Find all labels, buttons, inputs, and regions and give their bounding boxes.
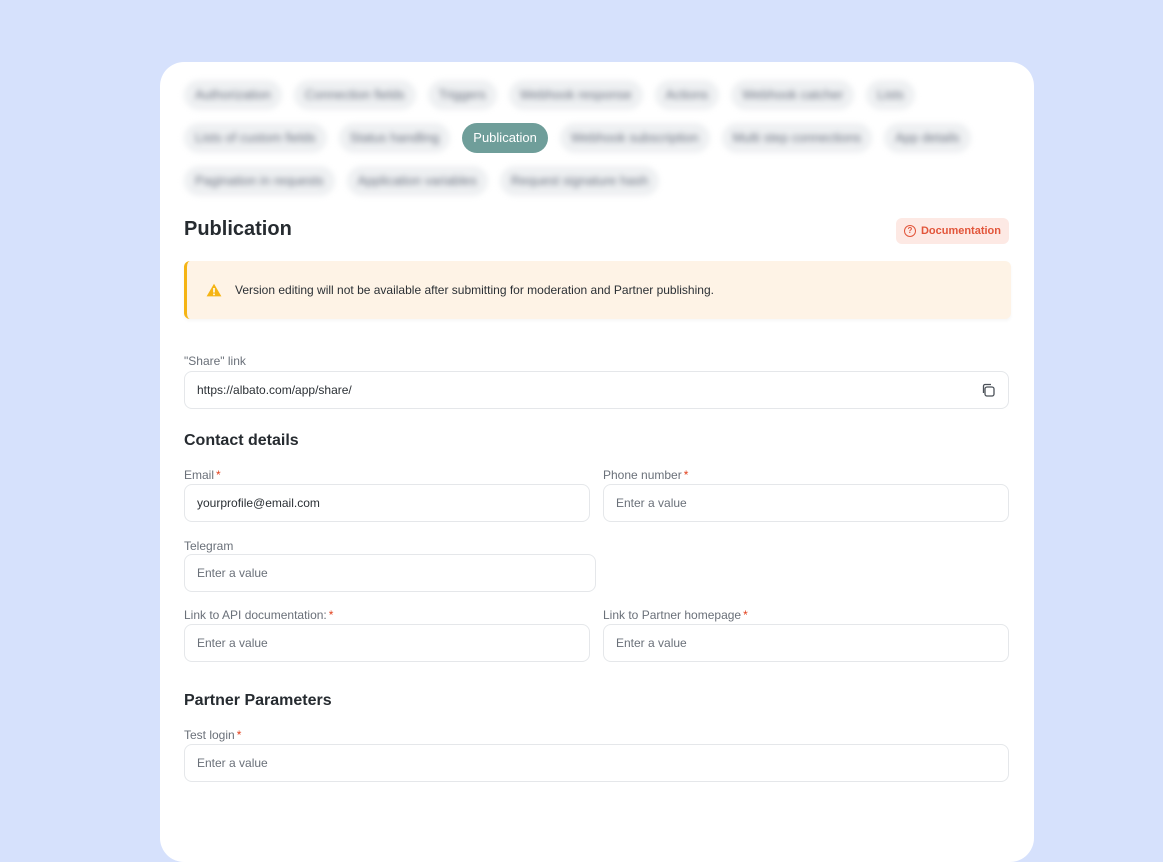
required-mark: *: [683, 468, 689, 482]
tab-webhook-subscription[interactable]: Webhook subscription: [559, 123, 710, 153]
documentation-button[interactable]: ? Documentation: [895, 218, 1009, 244]
tab-multi-step-connections[interactable]: Multi step connections: [721, 123, 873, 153]
tab-connection-fields[interactable]: Connection fields: [293, 80, 416, 110]
telegram-placeholder: Enter a value: [197, 566, 268, 580]
tab-webhook-catcher[interactable]: Webhook catcher: [731, 80, 855, 110]
test-login-label-text: Test login: [184, 728, 235, 742]
phone-label: Phone number *: [603, 468, 688, 482]
api-doc-field[interactable]: Enter a value: [184, 624, 590, 662]
homepage-label-text: Link to Partner homepage: [603, 608, 742, 622]
alert-text: Version editing will not be available af…: [235, 283, 714, 297]
homepage-label: Link to Partner homepage *: [603, 608, 748, 622]
required-mark: *: [216, 468, 221, 482]
test-login-placeholder: Enter a value: [197, 756, 268, 770]
documentation-label: Documentation: [920, 225, 1001, 237]
tab-status-handling[interactable]: Status handling: [338, 123, 451, 153]
page-title: Publication: [184, 218, 292, 240]
required-mark: *: [743, 608, 748, 622]
phone-label-text: Phone number: [603, 468, 682, 482]
phone-field[interactable]: Enter a value: [603, 484, 1009, 522]
tabs-nav: Authorization Connection fields Triggers…: [184, 80, 1014, 209]
warning-alert: Version editing will not be available af…: [184, 261, 1011, 319]
tab-pagination[interactable]: Pagination in requests: [184, 166, 335, 196]
share-link-value: https://albato.com/app/share/: [197, 383, 352, 397]
tab-publication[interactable]: Publication: [462, 123, 548, 153]
warning-icon: [206, 283, 222, 297]
test-login-field[interactable]: Enter a value: [184, 744, 1009, 782]
email-value: yourprofile@email.com: [197, 496, 320, 510]
email-field[interactable]: yourprofile@email.com: [184, 484, 590, 522]
tab-lists[interactable]: Lists: [866, 80, 915, 110]
question-circle-icon: ?: [903, 225, 916, 237]
publication-card: Authorization Connection fields Triggers…: [160, 62, 1034, 862]
homepage-placeholder: Enter a value: [616, 636, 687, 650]
tab-request-signature[interactable]: Request signature hash: [499, 166, 660, 196]
contact-details-heading: Contact details: [184, 432, 299, 449]
tab-lists-custom-fields[interactable]: Lists of custom fields: [184, 123, 327, 153]
tab-row: Authorization Connection fields Triggers…: [184, 80, 1014, 110]
tab-row: Pagination in requests Application varia…: [184, 166, 1014, 196]
copy-icon[interactable]: [981, 383, 995, 397]
tab-triggers[interactable]: Triggers: [427, 80, 497, 110]
tab-webhook-response[interactable]: Webhook response: [508, 80, 643, 110]
api-doc-placeholder: Enter a value: [197, 636, 268, 650]
email-label-text: Email: [184, 468, 215, 482]
required-mark: *: [236, 728, 242, 742]
share-link-field[interactable]: https://albato.com/app/share/: [184, 371, 1009, 409]
api-doc-label-text: Link to API documentation:: [184, 608, 327, 622]
tab-row: Lists of custom fields Status handling P…: [184, 123, 1014, 153]
tab-authorization[interactable]: Authorization: [184, 80, 282, 110]
partner-parameters-heading: Partner Parameters: [184, 692, 332, 709]
telegram-label: Telegram: [184, 539, 234, 553]
required-mark: *: [328, 608, 334, 622]
telegram-field[interactable]: Enter a value: [184, 554, 596, 592]
tab-actions[interactable]: Actions: [654, 80, 720, 110]
homepage-field[interactable]: Enter a value: [603, 624, 1009, 662]
api-doc-label: Link to API documentation: *: [184, 608, 333, 622]
tab-application-variables[interactable]: Application variables: [346, 166, 488, 196]
tab-app-details[interactable]: App details: [884, 123, 971, 153]
email-label: Email *: [184, 468, 221, 482]
phone-placeholder: Enter a value: [616, 496, 687, 510]
test-login-label: Test login *: [184, 728, 241, 742]
share-link-label: "Share" link: [184, 354, 246, 368]
